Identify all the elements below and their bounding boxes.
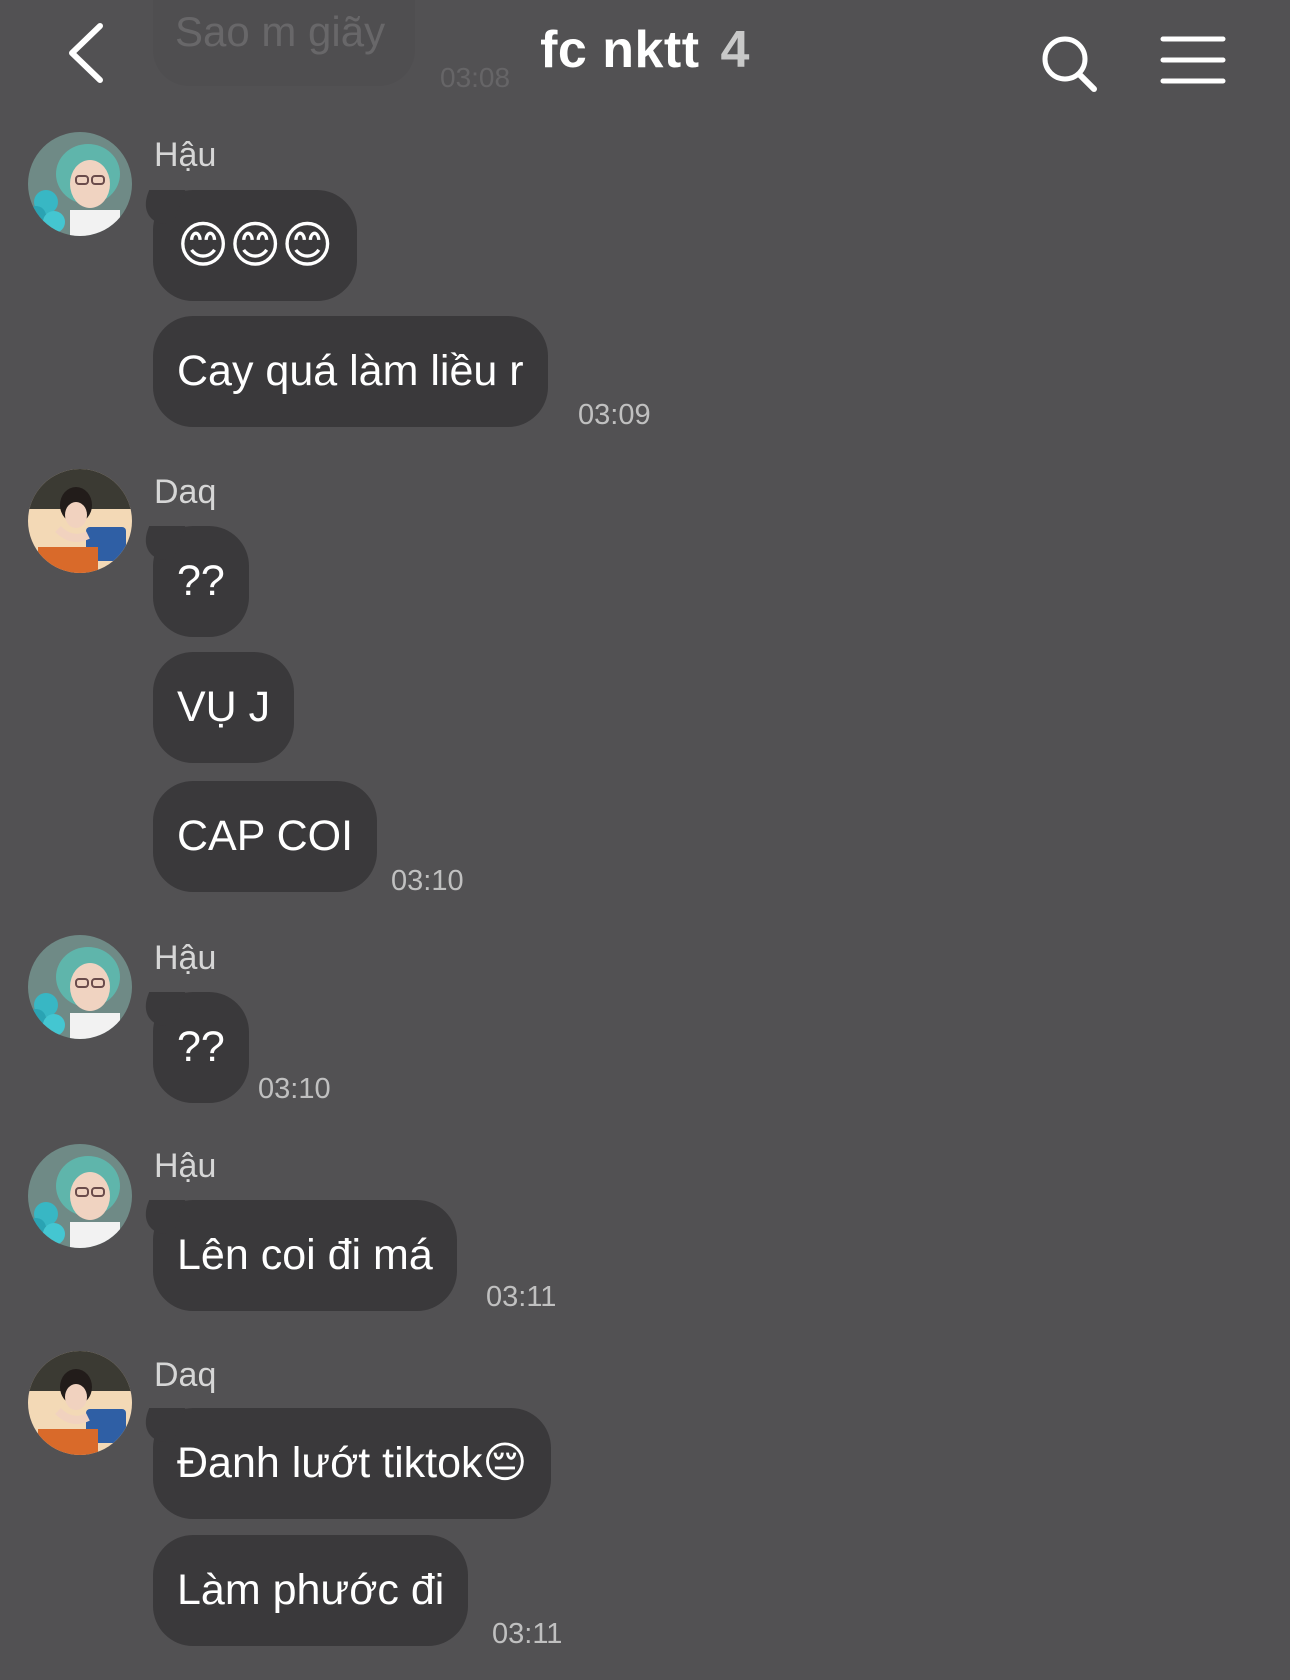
sender-name: Hậu xyxy=(154,939,217,977)
search-icon xyxy=(1042,36,1097,92)
member-count: 4 xyxy=(720,21,750,79)
message-bubble[interactable]: VỤ J xyxy=(153,652,295,763)
avatar-hau[interactable] xyxy=(28,132,132,236)
message-bubble[interactable]: ?? xyxy=(153,992,249,1103)
hamburger-menu-icon xyxy=(1160,36,1226,84)
message-bubble[interactable]: CAP COI xyxy=(153,781,378,892)
message-text: Đanh lướt tiktok😔 xyxy=(177,1439,528,1487)
avatar-daq[interactable] xyxy=(28,1351,132,1455)
menu-button[interactable] xyxy=(1160,30,1226,90)
message-text: ?? xyxy=(177,1023,225,1071)
sender-name: Daq xyxy=(154,1356,217,1394)
chat-header: fc nktt 4 xyxy=(0,0,1290,112)
message-bubble[interactable]: 😊😊😊 xyxy=(153,190,358,301)
sender-name: Hậu xyxy=(154,1147,217,1185)
message-text: ?? xyxy=(177,557,225,605)
message-bubble[interactable]: Cay quá làm liều r xyxy=(153,316,548,427)
avatar-image xyxy=(28,1144,132,1248)
message-time: 03:10 xyxy=(258,1073,331,1105)
chat-name: fc nktt xyxy=(540,21,700,79)
message-bubble[interactable]: Lên coi đi má xyxy=(153,1200,457,1311)
avatar-hau[interactable] xyxy=(28,935,132,1039)
avatar-image xyxy=(28,935,132,1039)
message-text: Cay quá làm liều r xyxy=(177,347,524,395)
avatar-image xyxy=(28,1351,132,1455)
avatar-daq[interactable] xyxy=(28,469,132,573)
message-text: CAP COI xyxy=(177,812,354,860)
message-text: VỤ J xyxy=(177,683,271,731)
search-button[interactable] xyxy=(1040,34,1100,94)
message-bubble[interactable]: Làm phước đi xyxy=(153,1535,469,1646)
avatar-image xyxy=(28,469,132,573)
message-bubble[interactable]: ?? xyxy=(153,526,249,637)
avatar-hau[interactable] xyxy=(28,1144,132,1248)
message-text: Làm phước đi xyxy=(177,1566,445,1614)
avatar-image xyxy=(28,132,132,236)
sender-name: Daq xyxy=(154,473,217,511)
message-text: 😊😊😊 xyxy=(177,217,334,273)
message-bubble[interactable]: Đanh lướt tiktok😔 xyxy=(153,1408,552,1519)
message-time: 03:10 xyxy=(391,865,464,897)
message-text: Lên coi đi má xyxy=(177,1231,433,1279)
sender-name: Hậu xyxy=(154,136,217,174)
message-time: 03:11 xyxy=(492,1618,563,1650)
message-time: 03:09 xyxy=(578,399,651,431)
message-time: 03:11 xyxy=(486,1281,557,1313)
